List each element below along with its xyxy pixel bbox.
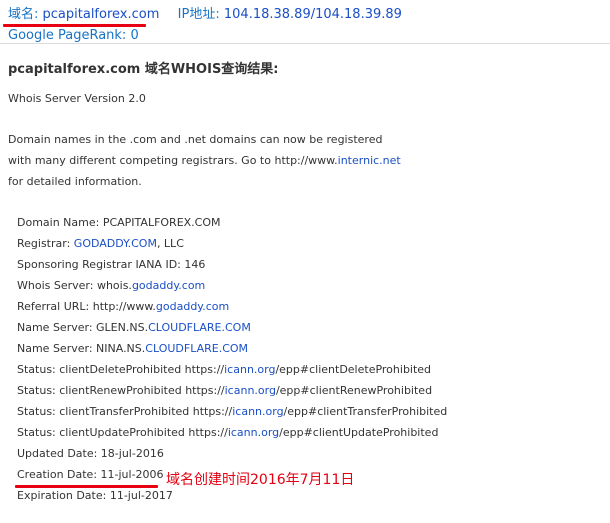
record-status-3: Status: clientTransferProhibited https:/… <box>17 405 448 418</box>
record-status-2: Status: clientRenewProhibited https://ic… <box>17 384 433 397</box>
record-whois-server: Whois Server: whois.godaddy.com <box>17 279 206 292</box>
ip-label: IP地址: <box>177 7 220 22</box>
page-title: pcapitalforex.com 域名WHOIS查询结果: <box>8 62 279 77</box>
domain-link[interactable]: pcapitalforex.com <box>43 7 160 22</box>
domain-underline <box>3 24 146 27</box>
referral-link[interactable]: godaddy.com <box>156 300 229 313</box>
record-registrar: Registrar: GODADDY.COM, LLC <box>17 237 184 250</box>
domain-label: 域名: <box>8 7 39 22</box>
server-version: Whois Server Version 2.0 <box>8 92 146 105</box>
whois-link[interactable]: godaddy.com <box>132 279 205 292</box>
ip-links[interactable]: 104.18.38.89/104.18.39.89 <box>224 7 402 22</box>
record-updated: Updated Date: 18-jul-2016 <box>17 447 164 460</box>
creation-annotation: 域名创建时间2016年7月11日 <box>166 472 355 488</box>
internic-link[interactable]: internic.net <box>338 154 401 167</box>
record-iana: Sponsoring Registrar IANA ID: 146 <box>17 258 206 271</box>
ns1-link[interactable]: CLOUDFLARE.COM <box>148 321 251 334</box>
record-ns-2: Name Server: NINA.NS.CLOUDFLARE.COM <box>17 342 249 355</box>
intro-line-1: Domain names in the .com and .net domain… <box>8 133 383 146</box>
record-status-1: Status: clientDeleteProhibited https://i… <box>17 363 432 376</box>
record-expiration: Expiration Date: 11-jul-2017 <box>17 489 173 502</box>
record-referral: Referral URL: http://www.godaddy.com <box>17 300 230 313</box>
record-domain-name: Domain Name: PCAPITALFOREX.COM <box>17 216 221 229</box>
registrar-link[interactable]: GODADDY.COM <box>74 237 157 250</box>
icann-link-2[interactable]: icann.org <box>225 384 276 397</box>
intro-line-3: for detailed information. <box>8 175 142 188</box>
divider <box>0 43 610 44</box>
domain-ip-line: 域名: pcapitalforex.com IP地址: 104.18.38.89… <box>8 4 402 25</box>
icann-link-4[interactable]: icann.org <box>228 426 279 439</box>
ns2-link[interactable]: CLOUDFLARE.COM <box>145 342 248 355</box>
icann-link-1[interactable]: icann.org <box>224 363 275 376</box>
icann-link-3[interactable]: icann.org <box>232 405 283 418</box>
record-status-4: Status: clientUpdateProhibited https://i… <box>17 426 439 439</box>
intro-line-2: with many different competing registrars… <box>8 154 401 167</box>
record-creation: Creation Date: 11-jul-2006 <box>17 468 164 481</box>
record-ns-1: Name Server: GLEN.NS.CLOUDFLARE.COM <box>17 321 251 334</box>
